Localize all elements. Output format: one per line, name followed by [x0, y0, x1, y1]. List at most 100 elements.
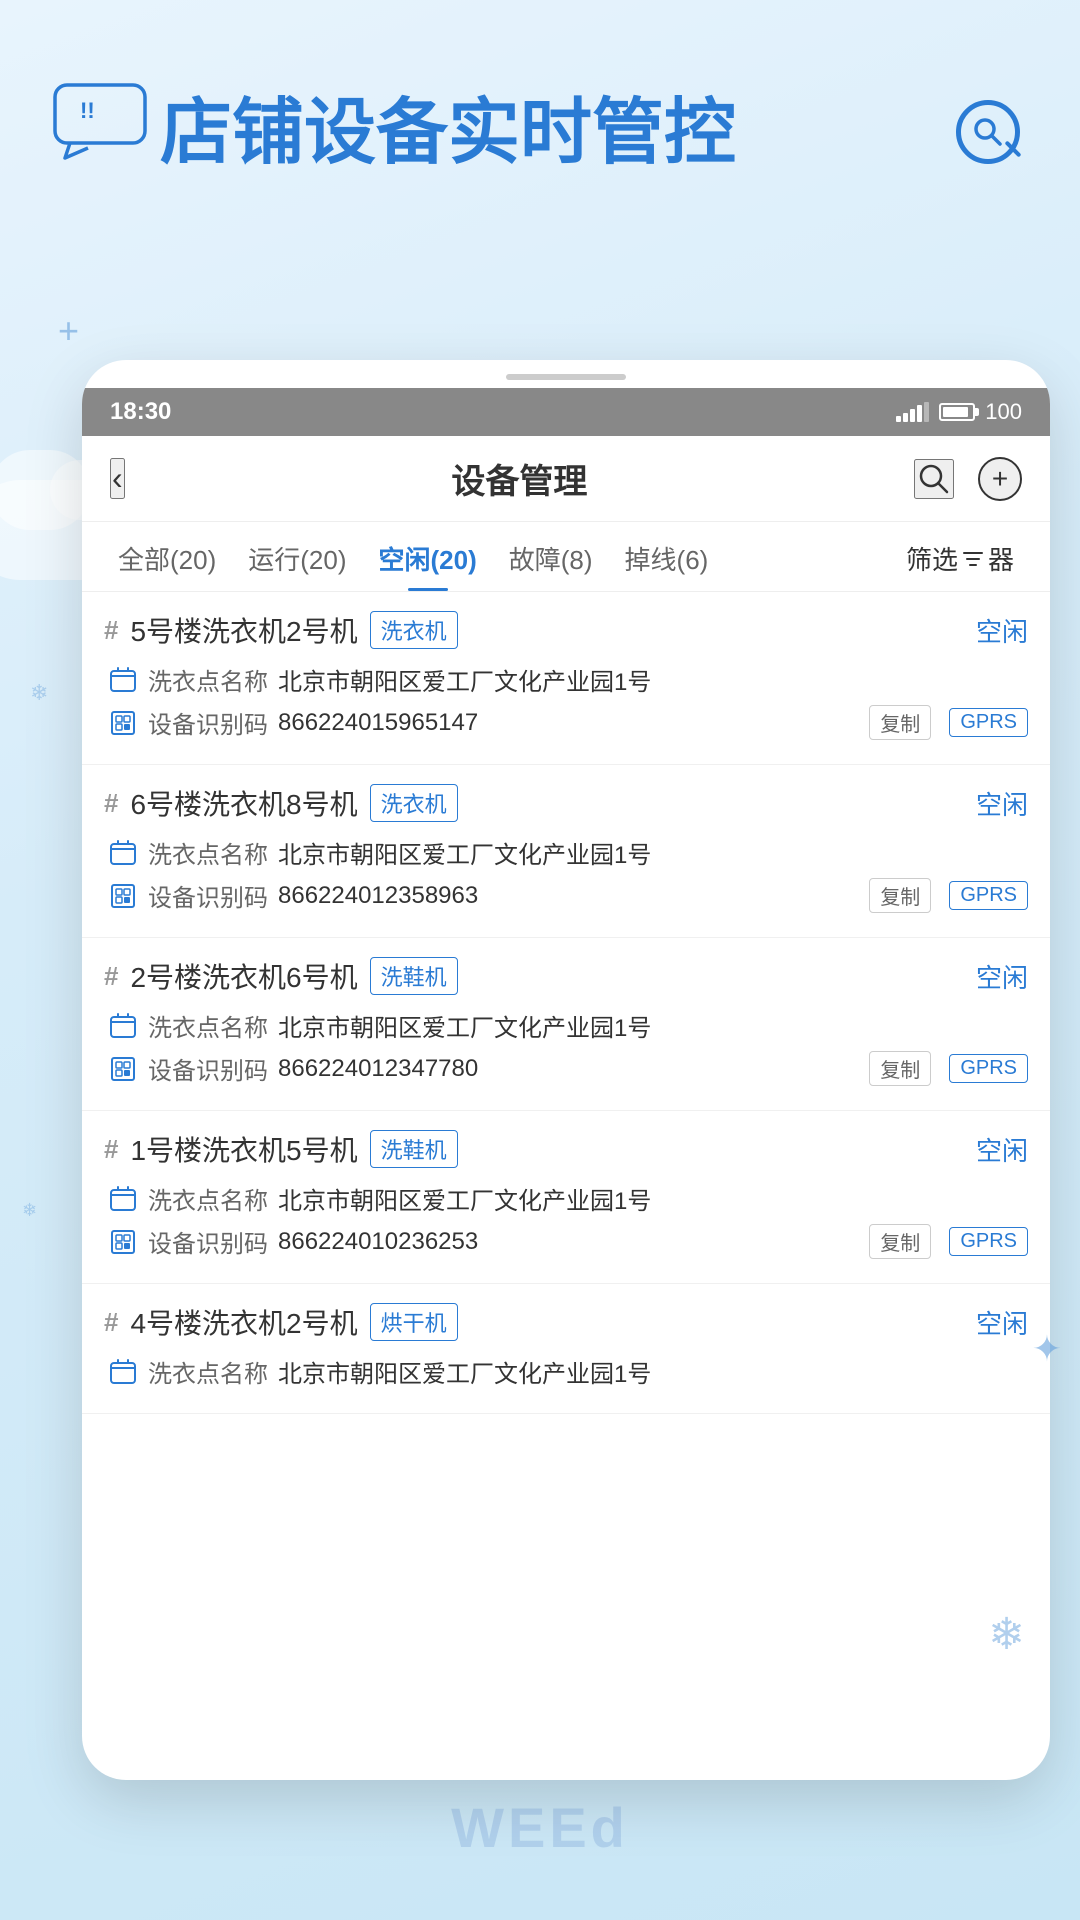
location-label-3: 洗衣点名称: [148, 1008, 268, 1043]
device-header-1: # 5号楼洗衣机2号机 洗衣机 空闲: [104, 610, 1028, 650]
device-status-5: 空闲: [976, 1304, 1028, 1341]
device-header-2: # 6号楼洗衣机8号机 洗衣机 空闲: [104, 783, 1028, 823]
id-value-2: 866224012358963: [278, 882, 859, 910]
location-label-2: 洗衣点名称: [148, 835, 268, 870]
device-card-1[interactable]: # 5号楼洗衣机2号机 洗衣机 空闲 洗衣点名称 北京市朝阳区爱工厂文化产业园1…: [82, 592, 1050, 765]
location-icon-2: [108, 838, 138, 868]
tab-running[interactable]: 运行(20): [232, 522, 362, 591]
device-card-2[interactable]: # 6号楼洗衣机8号机 洗衣机 空闲 洗衣点名称 北京市朝阳区爱工厂文化产业园1…: [82, 765, 1050, 938]
device-header-3: # 2号楼洗衣机6号机 洗鞋机 空闲: [104, 956, 1028, 996]
status-bar: 18:30 100: [82, 388, 1050, 436]
filter-label: 筛选: [906, 540, 958, 577]
device-name-5: 4号楼洗衣机2号机: [130, 1302, 357, 1342]
location-label-4: 洗衣点名称: [148, 1181, 268, 1216]
copy-button-3[interactable]: 复制: [869, 1051, 931, 1086]
location-icon-4: [108, 1184, 138, 1214]
device-name-1: 5号楼洗衣机2号机: [130, 610, 357, 650]
top-search-button[interactable]: [956, 100, 1020, 164]
id-label-1: 设备识别码: [148, 705, 268, 740]
navigation-bar: ‹ 设备管理 +: [82, 436, 1050, 522]
back-button[interactable]: ‹: [110, 458, 125, 499]
header-area: !! 店铺设备实时管控: [0, 0, 1080, 216]
gprs-badge-4: GPRS: [949, 1227, 1028, 1256]
copy-button-1[interactable]: 复制: [869, 705, 931, 740]
tab-idle[interactable]: 空闲(20): [363, 522, 493, 591]
phone-frame: 18:30 100 ‹ 设备管理 +: [82, 360, 1050, 1780]
device-hash-2: #: [104, 788, 118, 819]
device-hash-1: #: [104, 615, 118, 646]
snowflake-decoration-br: ❄: [988, 1609, 1025, 1660]
device-name-row-4: # 1号楼洗衣机5号机 洗鞋机: [104, 1129, 458, 1169]
status-bar-right: 100: [896, 399, 1022, 425]
device-id-icon-2: [108, 881, 138, 911]
add-device-button[interactable]: +: [978, 457, 1022, 501]
device-hash-4: #: [104, 1134, 118, 1165]
device-status-4: 空闲: [976, 1131, 1028, 1168]
device-name-row-2: # 6号楼洗衣机8号机 洗衣机: [104, 783, 458, 823]
tabs-bar: 全部(20) 运行(20) 空闲(20) 故障(8) 掉线(6) 筛选 器: [82, 522, 1050, 592]
device-location-row-4: 洗衣点名称 北京市朝阳区爱工厂文化产业园1号: [104, 1181, 1028, 1216]
device-id-icon-3: [108, 1054, 138, 1084]
search-button[interactable]: [914, 459, 954, 499]
location-icon-3: [108, 1011, 138, 1041]
device-list: # 5号楼洗衣机2号机 洗衣机 空闲 洗衣点名称 北京市朝阳区爱工厂文化产业园1…: [82, 592, 1050, 1780]
battery-level: 100: [985, 399, 1022, 425]
id-value-3: 866224012347780: [278, 1055, 859, 1083]
location-value-1: 北京市朝阳区爱工厂文化产业园1号: [278, 662, 1028, 697]
location-label-1: 洗衣点名称: [148, 662, 268, 697]
device-name-4: 1号楼洗衣机5号机: [130, 1129, 357, 1169]
copy-button-4[interactable]: 复制: [869, 1224, 931, 1259]
filter-icon: [962, 548, 984, 570]
device-id-icon-4: [108, 1227, 138, 1257]
battery-icon: [939, 403, 975, 421]
gprs-badge-2: GPRS: [949, 881, 1028, 910]
device-card-5[interactable]: # 4号楼洗衣机2号机 烘干机 空闲 洗衣点名称 北京市朝阳区爱工厂文化产业园1…: [82, 1284, 1050, 1414]
gprs-badge-1: GPRS: [949, 708, 1028, 737]
plus-decoration-tl: +: [58, 310, 79, 352]
device-id-row-2: 设备识别码 866224012358963 复制 GPRS: [104, 878, 1028, 913]
device-name-2: 6号楼洗衣机8号机: [130, 783, 357, 823]
tab-all[interactable]: 全部(20): [102, 522, 232, 591]
device-id-row-4: 设备识别码 866224010236253 复制 GPRS: [104, 1224, 1028, 1259]
device-card-3[interactable]: # 2号楼洗衣机6号机 洗鞋机 空闲 洗衣点名称 北京市朝阳区爱工厂文化产业园1…: [82, 938, 1050, 1111]
id-value-4: 866224010236253: [278, 1228, 859, 1256]
device-location-row-1: 洗衣点名称 北京市朝阳区爱工厂文化产业园1号: [104, 662, 1028, 697]
device-status-2: 空闲: [976, 785, 1028, 822]
speech-bubble-icon: !!: [50, 80, 160, 160]
phone-notch: [506, 374, 626, 380]
device-status-1: 空闲: [976, 612, 1028, 649]
device-location-row-3: 洗衣点名称 北京市朝阳区爱工厂文化产业园1号: [104, 1008, 1028, 1043]
location-value-4: 北京市朝阳区爱工厂文化产业园1号: [278, 1181, 1028, 1216]
page-title: 店铺设备实时管控: [160, 90, 1020, 176]
nav-actions: +: [914, 457, 1022, 501]
copy-button-2[interactable]: 复制: [869, 878, 931, 913]
location-icon-5: [108, 1357, 138, 1387]
tab-fault[interactable]: 故障(8): [493, 522, 609, 591]
snowflake-decoration-2: ❄: [22, 1200, 37, 1221]
device-hash-3: #: [104, 961, 118, 992]
device-name-3: 2号楼洗衣机6号机: [130, 956, 357, 996]
device-location-row-2: 洗衣点名称 北京市朝阳区爱工厂文化产业园1号: [104, 835, 1028, 870]
device-type-badge-4: 洗鞋机: [370, 1130, 458, 1168]
id-value-1: 866224015965147: [278, 709, 859, 737]
signal-icon: [896, 402, 929, 422]
gprs-badge-3: GPRS: [949, 1054, 1028, 1083]
device-type-badge-3: 洗鞋机: [370, 957, 458, 995]
device-id-row-3: 设备识别码 866224012347780 复制 GPRS: [104, 1051, 1028, 1086]
device-id-row-1: 设备识别码 866224015965147 复制 GPRS: [104, 705, 1028, 740]
weed-watermark: WEEd: [451, 1795, 629, 1860]
location-value-5: 北京市朝阳区爱工厂文化产业园1号: [278, 1354, 1028, 1389]
tab-offline[interactable]: 掉线(6): [609, 522, 725, 591]
device-header-5: # 4号楼洗衣机2号机 烘干机 空闲: [104, 1302, 1028, 1342]
location-value-3: 北京市朝阳区爱工厂文化产业园1号: [278, 1008, 1028, 1043]
plus-decoration-br: ✦: [1032, 1328, 1062, 1370]
status-time: 18:30: [110, 398, 171, 426]
device-name-row-1: # 5号楼洗衣机2号机 洗衣机: [104, 610, 458, 650]
device-location-row-5: 洗衣点名称 北京市朝阳区爱工厂文化产业园1号: [104, 1354, 1028, 1389]
tab-filter[interactable]: 筛选 器: [890, 522, 1030, 591]
device-name-row-5: # 4号楼洗衣机2号机 烘干机: [104, 1302, 458, 1342]
device-card-4[interactable]: # 1号楼洗衣机5号机 洗鞋机 空闲 洗衣点名称 北京市朝阳区爱工厂文化产业园1…: [82, 1111, 1050, 1284]
snowflake-decoration-1: ❄: [30, 680, 48, 706]
location-label-5: 洗衣点名称: [148, 1354, 268, 1389]
filter-text: 器: [988, 540, 1014, 577]
